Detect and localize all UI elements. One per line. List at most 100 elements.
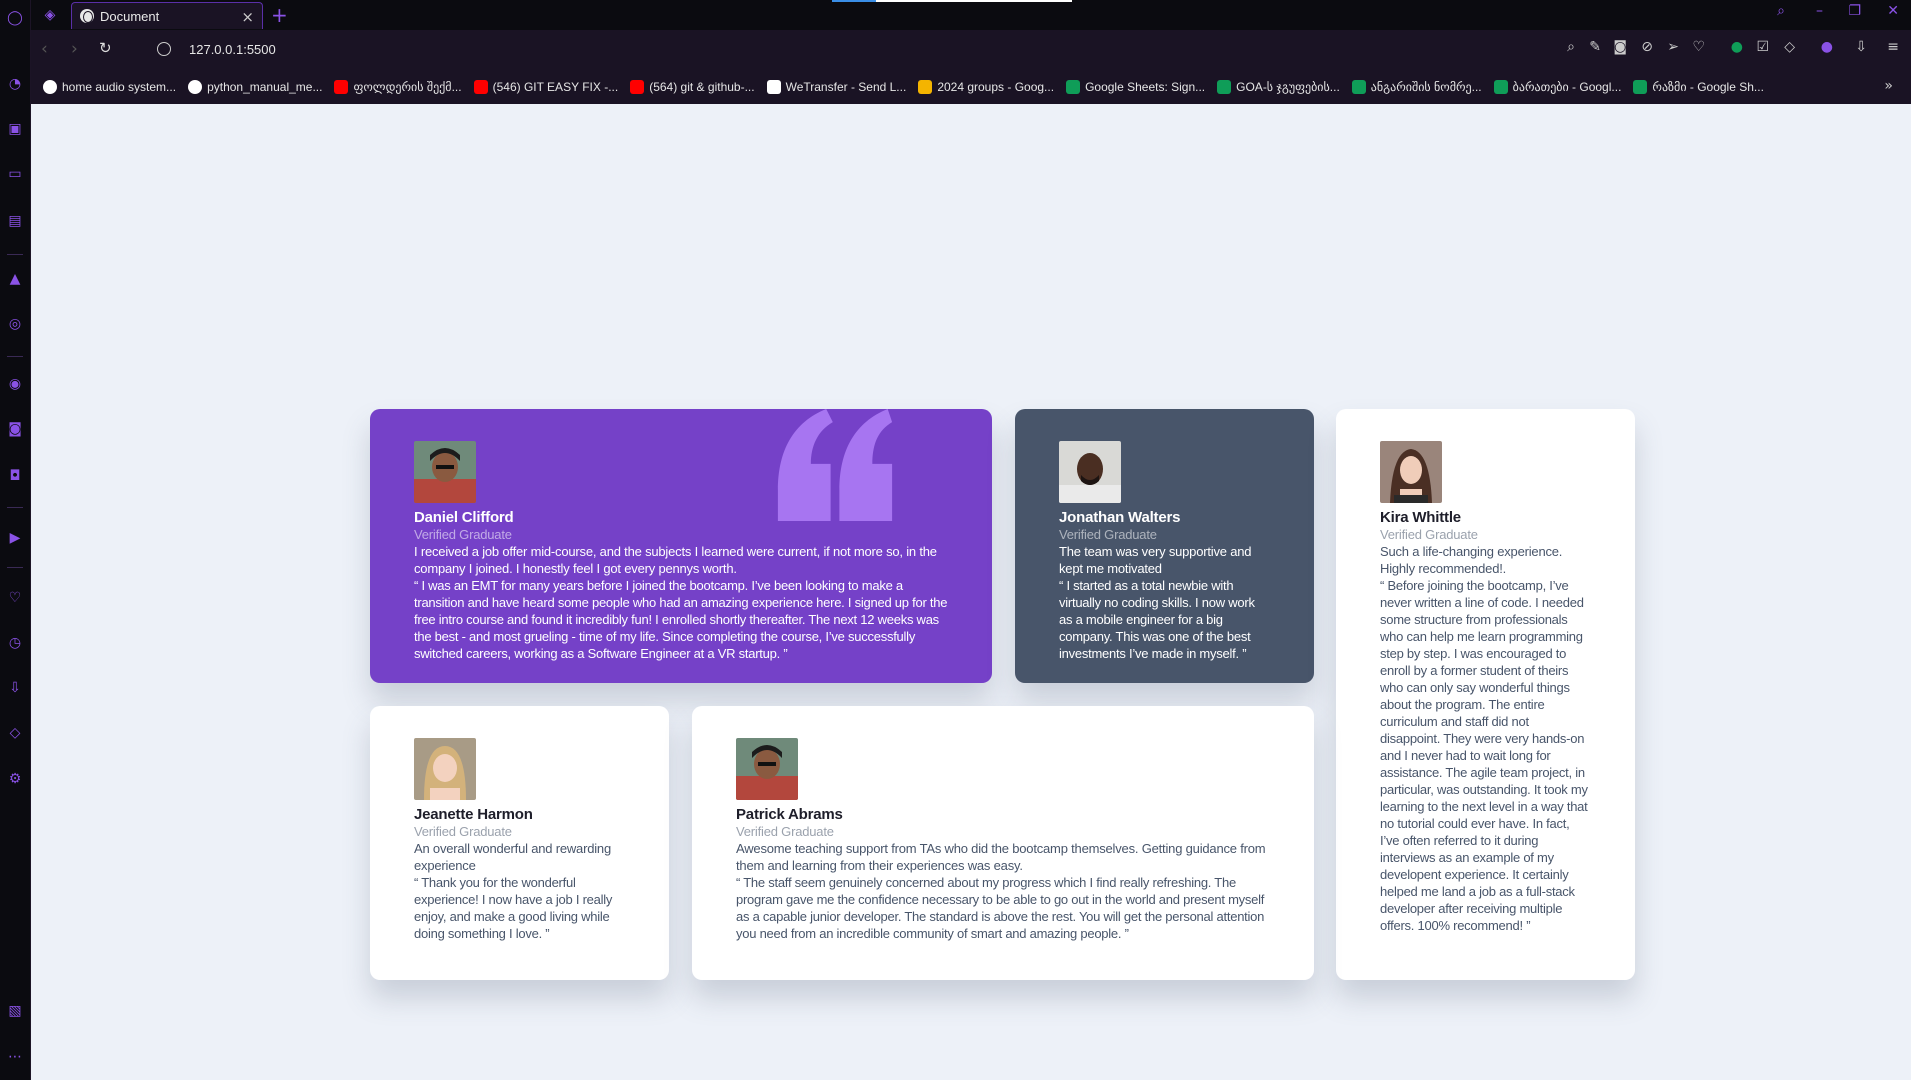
google-sheets-icon: [1351, 80, 1366, 94]
testimonial-role: Verified Graduate: [414, 527, 512, 542]
github-icon: [188, 80, 203, 94]
extension-check-icon[interactable]: ☑: [1756, 39, 1769, 55]
browser-sidebar: ◯ ◔ ▣ ▭ ▤ ▲ ◎ ◉ ◙ ◘ ▶ ♡ ◷ ⇩ ◇ ⚙ ▧ ⋯: [0, 0, 31, 1080]
bookmark-item[interactable]: 2024 groups - Goog...: [918, 80, 1054, 94]
discord-icon[interactable]: ◘: [4, 465, 26, 487]
google-icon: [43, 80, 57, 94]
menu-icon[interactable]: ≡: [1887, 39, 1899, 55]
testimonial-card-jeanette: Jeanette Harmon Verified Graduate An ove…: [370, 706, 669, 980]
player-circle-icon[interactable]: ▶: [4, 527, 26, 549]
testimonial-quote: “ Thank you for the wonderful experience…: [414, 875, 613, 941]
bookmark-item[interactable]: ფოლდერის შექმ...: [334, 80, 462, 94]
loading-bar: [832, 0, 1072, 2]
youtube-icon: [334, 80, 349, 94]
settings-gear-icon[interactable]: ⚙: [4, 768, 26, 790]
bookmark-item[interactable]: ბარათები - Googl...: [1493, 80, 1621, 94]
close-window-icon[interactable]: ✕: [1887, 3, 1899, 19]
history-clock-icon[interactable]: ◷: [4, 632, 26, 654]
google-sheets-icon: [1066, 80, 1081, 94]
bookmark-item[interactable]: (564) git & github-...: [630, 80, 755, 94]
player-icon[interactable]: ▤: [4, 210, 26, 232]
instagram-icon[interactable]: ◙: [4, 418, 26, 440]
more-dots-icon[interactable]: ⋯: [4, 1046, 26, 1068]
download-icon[interactable]: ⇩: [1855, 39, 1867, 55]
grammarly-icon[interactable]: ●: [1731, 39, 1743, 55]
speed-dial-icon[interactable]: ◔: [4, 73, 26, 95]
reload-icon[interactable]: ↻: [99, 39, 112, 57]
gx-controller-icon[interactable]: ◈: [39, 4, 61, 26]
testimonial-role: Verified Graduate: [736, 824, 834, 839]
zoom-icon[interactable]: ⌕: [1567, 39, 1575, 55]
restore-icon[interactable]: ❐: [1848, 3, 1861, 19]
globe-icon: [80, 9, 94, 23]
testimonial-role: Verified Graduate: [414, 824, 512, 839]
bookmark-item[interactable]: GOA-ს ჯგუფების...: [1217, 80, 1340, 94]
testimonial-quote: “ I was an EMT for many years before I j…: [414, 578, 948, 661]
extensions-cube-icon[interactable]: ◇: [4, 722, 26, 744]
address-bar: ‹ › ↻ 127.0.0.1:5500 ⌕ ✎ ◙ ⊘ ➢ ♡ ● ☑ ◇ ●…: [31, 30, 1911, 70]
send-icon[interactable]: ➢: [1667, 39, 1679, 55]
testimonial-name: Jeanette Harmon: [414, 806, 533, 823]
instagram-like-icon[interactable]: ◎: [4, 313, 26, 335]
avatar: [1380, 441, 1442, 503]
snapshot-camera-icon[interactable]: ◙: [1613, 39, 1627, 55]
google-drive-icon: [918, 80, 933, 94]
page-viewport: Daniel Clifford Verified Graduate I rece…: [31, 104, 1911, 1080]
heart-icon[interactable]: ♡: [4, 587, 26, 609]
twitch-icon[interactable]: ▭: [4, 163, 26, 185]
testimonial-headline: Awesome teaching support from TAs who di…: [736, 841, 1266, 873]
avatar: [414, 441, 476, 503]
youtube-icon: [630, 80, 645, 94]
bookmark-item[interactable]: python_manual_me...: [188, 80, 322, 94]
bookmarks-bar: home audio system... python_manual_me...…: [31, 70, 1911, 104]
tab-title: Document: [100, 8, 160, 24]
testimonial-card-daniel: Daniel Clifford Verified Graduate I rece…: [370, 409, 992, 683]
close-tab-icon[interactable]: ×: [241, 8, 254, 26]
search-tabs-icon[interactable]: ⌕: [1777, 3, 1785, 19]
aria-icon[interactable]: ▲: [4, 268, 26, 290]
minimize-icon[interactable]: –: [1816, 3, 1823, 19]
bookmark-item[interactable]: რაზმი - Google Sh...: [1633, 80, 1764, 94]
edit-icon[interactable]: ✎: [1589, 39, 1601, 55]
site-info-icon[interactable]: [157, 42, 171, 56]
more-bookmarks-icon[interactable]: »: [1884, 78, 1893, 94]
youtube-icon: [473, 80, 488, 94]
profile-icon[interactable]: ●: [1821, 39, 1833, 55]
bookmark-item[interactable]: WeTransfer - Send L...: [766, 80, 906, 94]
bookmark-item[interactable]: Google Sheets: Sign...: [1066, 80, 1205, 94]
testimonial-name: Kira Whittle: [1380, 509, 1461, 526]
wetransfer-icon: [766, 80, 781, 94]
testimonial-quote: “ Before joining the bootcamp, I’ve neve…: [1380, 578, 1588, 933]
tab-document[interactable]: Document ×: [71, 2, 263, 29]
messenger-icon[interactable]: ◉: [4, 373, 26, 395]
new-tab-button[interactable]: +: [271, 3, 288, 27]
downloads-icon[interactable]: ⇩: [4, 677, 26, 699]
avatar: [1059, 441, 1121, 503]
testimonial-headline: An overall wonderful and rewarding exper…: [414, 841, 611, 873]
google-sheets-icon: [1633, 80, 1648, 94]
testimonial-headline: I received a job offer mid-course, and t…: [414, 544, 937, 576]
testimonial-headline: The team was very supportive and kept me…: [1059, 544, 1252, 576]
bookmark-item[interactable]: (546) GIT EASY FIX -...: [473, 80, 618, 94]
gallery-icon[interactable]: ▧: [4, 1000, 26, 1022]
quotation-mark-icon: [777, 409, 893, 521]
bookmark-heart-icon[interactable]: ♡: [1692, 39, 1705, 55]
back-icon[interactable]: ‹: [41, 39, 48, 59]
url-field[interactable]: 127.0.0.1:5500: [189, 42, 276, 57]
testimonial-role: Verified Graduate: [1059, 527, 1157, 542]
extensions-icon[interactable]: ◇: [1784, 39, 1795, 55]
block-icon[interactable]: ⊘: [1641, 39, 1653, 55]
testimonial-name: Patrick Abrams: [736, 806, 843, 823]
testimonial-role: Verified Graduate: [1380, 527, 1478, 542]
forward-icon[interactable]: ›: [71, 39, 78, 59]
testimonial-name: Jonathan Walters: [1059, 509, 1181, 526]
bookmark-item[interactable]: home audio system...: [43, 80, 176, 94]
avatar: [736, 738, 798, 800]
opera-logo-icon[interactable]: ◯: [4, 7, 26, 29]
shopping-bag-icon[interactable]: ▣: [4, 118, 26, 140]
tab-bar: ◈ Document × + ⌕ – ❐ ✕: [31, 0, 1911, 30]
testimonial-headline: Such a life-changing experience. Highly …: [1380, 544, 1563, 576]
bookmark-item[interactable]: ანგარიშის ნომრე...: [1351, 80, 1482, 94]
testimonial-quote: “ I started as a total newbie with virtu…: [1059, 578, 1255, 661]
testimonial-quote: “ The staff seem genuinely concerned abo…: [736, 875, 1265, 941]
